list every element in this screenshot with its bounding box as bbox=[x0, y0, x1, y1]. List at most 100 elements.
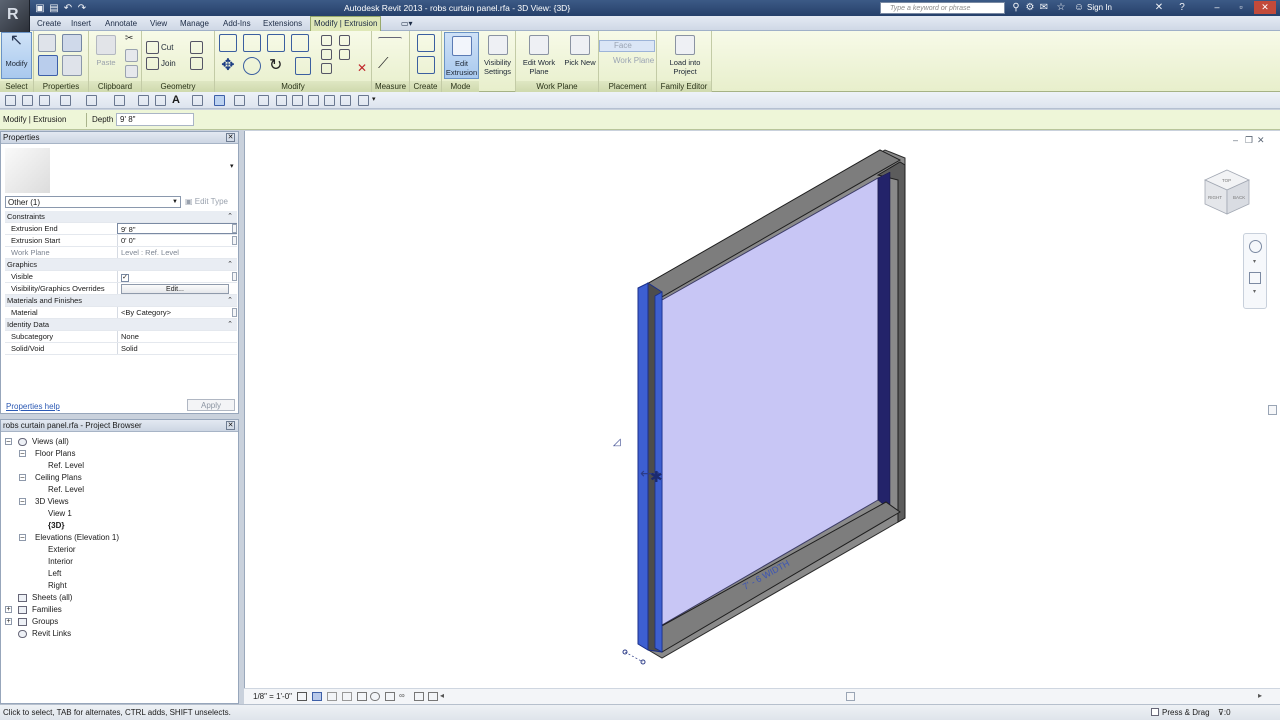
user-icon[interactable]: ☺ bbox=[1073, 2, 1085, 14]
create-similar-icon[interactable] bbox=[417, 56, 435, 74]
param-button[interactable] bbox=[232, 224, 237, 233]
cascade-icon[interactable] bbox=[308, 95, 319, 106]
tab-annotate[interactable]: Annotate bbox=[102, 18, 140, 30]
group-identity-data[interactable]: Identity Data ⌃ bbox=[5, 319, 237, 331]
type-selector-arrow-icon[interactable]: ▾ bbox=[230, 162, 234, 170]
collapse-icon[interactable]: – bbox=[19, 450, 26, 457]
copy-element-icon[interactable] bbox=[243, 57, 261, 75]
zoom-icon[interactable] bbox=[1249, 272, 1261, 284]
section-icon[interactable] bbox=[234, 95, 245, 106]
tab-insert[interactable]: Insert bbox=[68, 18, 94, 30]
delete-icon[interactable]: ✕ bbox=[357, 61, 370, 75]
thin-lines-icon[interactable] bbox=[214, 95, 225, 106]
rotate-icon[interactable]: ↻ bbox=[269, 57, 287, 75]
copy-icon[interactable] bbox=[125, 49, 138, 62]
join-geometry-label[interactable]: Join bbox=[161, 59, 176, 68]
scroll-right-icon[interactable]: ▸ bbox=[1258, 691, 1262, 700]
ribbon-minimize-icon[interactable]: ▭▾ bbox=[398, 18, 416, 30]
move-icon[interactable]: ✥ bbox=[219, 57, 237, 75]
tab-create[interactable]: Create bbox=[34, 18, 64, 30]
expand-icon[interactable]: + bbox=[5, 606, 12, 613]
undo-icon[interactable]: ↶ bbox=[62, 3, 74, 15]
match-properties-icon[interactable] bbox=[125, 65, 138, 78]
close-button[interactable]: ✕ bbox=[1254, 1, 1276, 14]
exchange-icon[interactable]: ✕ bbox=[1153, 2, 1165, 14]
scale-icon[interactable] bbox=[321, 63, 332, 74]
save-icon[interactable]: ▤ bbox=[48, 3, 60, 15]
split-element-icon[interactable] bbox=[321, 35, 332, 46]
analytical-model-icon[interactable] bbox=[428, 692, 438, 701]
work-plane-placement-button[interactable]: Work Plane bbox=[599, 56, 655, 65]
close-icon[interactable]: ✕ bbox=[226, 421, 235, 430]
close-icon[interactable]: ✕ bbox=[226, 133, 235, 142]
reveal-hidden-icon[interactable] bbox=[414, 692, 424, 701]
press-drag-toggle[interactable]: Press & Drag bbox=[1151, 706, 1210, 720]
create-group-icon[interactable] bbox=[417, 34, 435, 52]
family-types-icon[interactable] bbox=[38, 34, 56, 52]
pick-new-button[interactable]: Pick New bbox=[564, 32, 596, 79]
window-icon[interactable] bbox=[358, 95, 369, 106]
properties-icon[interactable] bbox=[38, 55, 58, 76]
sync-icon[interactable] bbox=[39, 95, 50, 106]
prop-row-material[interactable]: Material <By Category> bbox=[5, 307, 237, 319]
close-hidden-icon[interactable] bbox=[276, 95, 287, 106]
tab-manage[interactable]: Manage bbox=[177, 18, 212, 30]
default-3d-icon[interactable] bbox=[324, 95, 335, 106]
cut-icon[interactable]: ✂ bbox=[125, 33, 138, 46]
chevron-down-icon[interactable]: ▾ bbox=[1253, 258, 1256, 265]
chevron-down-icon[interactable]: ▾ bbox=[1253, 288, 1256, 295]
group-graphics[interactable]: Graphics ⌃ bbox=[5, 259, 237, 271]
prop-row-vg-overrides[interactable]: Visibility/Graphics Overrides Edit... bbox=[5, 283, 237, 295]
filter-icon[interactable]: ⊽:0 bbox=[1218, 706, 1231, 720]
undo-icon[interactable] bbox=[60, 95, 71, 106]
tile-icon[interactable] bbox=[292, 95, 303, 106]
aligned-dimension-icon[interactable] bbox=[155, 95, 166, 106]
tab-modify-extrusion[interactable]: Modify | Extrusion bbox=[310, 16, 382, 31]
mirror-draw-icon[interactable] bbox=[291, 34, 309, 52]
cut-geometry-label[interactable]: Cut bbox=[161, 43, 173, 52]
tab-extensions[interactable]: Extensions bbox=[260, 18, 305, 30]
face-placement-button[interactable]: Face bbox=[599, 40, 655, 52]
group-constraints[interactable]: Constraints ⌃ bbox=[5, 211, 237, 223]
mirror-axis-icon[interactable] bbox=[267, 34, 285, 52]
prop-row-subcategory[interactable]: Subcategory None bbox=[5, 331, 237, 343]
print-icon[interactable] bbox=[114, 95, 125, 106]
prop-row-extrusion-end[interactable]: Extrusion End 9' 8" bbox=[5, 223, 237, 235]
horizontal-scrollbar-thumb[interactable] bbox=[846, 692, 855, 701]
subscription-icon[interactable]: ⚙ bbox=[1024, 2, 1036, 14]
vg-edit-button[interactable]: Edit... bbox=[121, 284, 229, 294]
modify-button[interactable]: ↖ Modify bbox=[1, 32, 32, 79]
prop-row-solid-void[interactable]: Solid/Void Solid bbox=[5, 343, 237, 355]
load-into-project-button[interactable]: Load into Project bbox=[665, 32, 705, 79]
collapse-icon[interactable]: – bbox=[19, 534, 26, 541]
view-close-icon[interactable]: ✕ bbox=[1257, 135, 1265, 146]
param-button[interactable] bbox=[232, 236, 237, 245]
viewcube[interactable]: TOP RIGHT BACK bbox=[1203, 166, 1251, 216]
lock-view-icon[interactable] bbox=[370, 692, 380, 701]
save-icon[interactable] bbox=[22, 95, 33, 106]
collapse-icon[interactable]: – bbox=[5, 438, 12, 445]
user-interface-icon[interactable] bbox=[340, 95, 351, 106]
measure-qat-icon[interactable] bbox=[138, 95, 149, 106]
sign-in-link[interactable]: Sign In bbox=[1087, 3, 1112, 12]
text-icon[interactable]: A bbox=[172, 95, 183, 106]
minimize-button[interactable]: – bbox=[1206, 1, 1228, 14]
temp-hide-icon[interactable]: ∞ bbox=[399, 691, 405, 700]
edit-work-plane-button[interactable]: Edit Work Plane bbox=[517, 32, 561, 79]
vertical-scrollbar-thumb[interactable] bbox=[1268, 405, 1277, 415]
steering-wheel-icon[interactable] bbox=[1249, 240, 1262, 253]
sun-path-icon[interactable] bbox=[327, 692, 337, 701]
visible-checkbox[interactable]: ✓ bbox=[121, 274, 129, 282]
depth-input[interactable]: 9' 8" bbox=[116, 113, 194, 126]
trim-extend-icon[interactable] bbox=[295, 57, 311, 75]
tab-add-ins[interactable]: Add-Ins bbox=[220, 18, 254, 30]
cut-geometry-icon[interactable] bbox=[146, 41, 159, 54]
visual-style-icon[interactable] bbox=[312, 692, 322, 701]
type-properties-icon[interactable] bbox=[62, 55, 82, 76]
wall-joins-icon[interactable] bbox=[190, 41, 203, 54]
properties-help-link[interactable]: Properties help bbox=[6, 402, 60, 411]
redo-icon[interactable] bbox=[86, 95, 97, 106]
apply-button[interactable]: Apply bbox=[187, 399, 235, 411]
search-input[interactable]: Type a keyword or phrase bbox=[880, 2, 1005, 14]
edit-extrusion-button[interactable]: Edit Extrusion bbox=[444, 32, 479, 79]
